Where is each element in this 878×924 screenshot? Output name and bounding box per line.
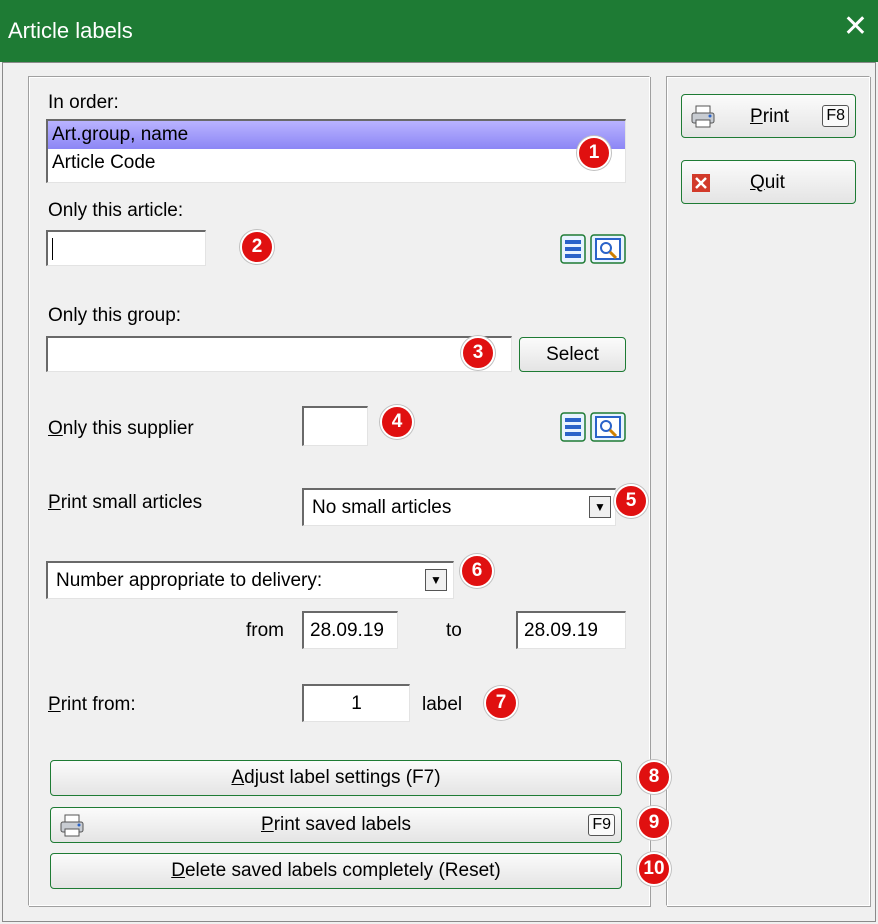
- print-saved-labels-button[interactable]: Print saved labels F9: [50, 807, 622, 843]
- small-articles-dropdown[interactable]: No small articles ▼: [302, 488, 616, 526]
- delete-saved-labels-button[interactable]: Delete saved labels completely (Reset): [50, 853, 622, 889]
- callout-badge-8: 8: [637, 760, 671, 794]
- adjust-label-settings-button[interactable]: Adjust label settings (F7): [50, 760, 622, 796]
- printer-icon: [691, 105, 715, 128]
- small-articles-value: No small articles: [312, 496, 452, 518]
- number-mode-value: Number appropriate to delivery:: [56, 569, 323, 591]
- number-mode-dropdown[interactable]: Number appropriate to delivery: ▼: [46, 561, 454, 599]
- search-lookup-icon[interactable]: [590, 234, 626, 264]
- delete-saved-labels-text: Delete saved labels completely (Reset): [171, 860, 501, 881]
- printer-icon: [60, 814, 84, 837]
- select-group-button[interactable]: Select: [519, 337, 626, 372]
- supplier-label: Only this supplier: [48, 418, 194, 439]
- close-icon: [692, 174, 710, 192]
- from-label: from: [246, 620, 284, 641]
- from-date-value: 28.09.19: [310, 619, 384, 641]
- title-bar: Article labels ✕: [0, 0, 878, 62]
- print-button-text: Print: [750, 106, 790, 127]
- list-lookup-icon[interactable]: [560, 234, 586, 264]
- print-saved-labels-text: Print saved labels: [261, 814, 411, 835]
- search-lookup-icon[interactable]: [590, 412, 626, 442]
- article-input[interactable]: [46, 230, 206, 266]
- callout-badge-2: 2: [240, 230, 274, 264]
- chevron-down-icon[interactable]: ▼: [589, 496, 611, 518]
- article-label: Only this article:: [48, 200, 184, 221]
- label-suffix: label: [422, 694, 463, 715]
- callout-badge-3: 3: [461, 336, 495, 370]
- callout-badge-9: 9: [637, 806, 671, 840]
- order-option-article-code[interactable]: Article Code: [48, 149, 625, 177]
- callout-badge-10: 10: [637, 852, 671, 886]
- group-label: Only this group:: [48, 305, 182, 326]
- f9-key-badge: F9: [588, 814, 615, 836]
- callout-badge-1: 1: [577, 136, 611, 170]
- small-articles-label: Print small articles: [48, 492, 203, 513]
- order-option-group-name[interactable]: Art.group, name: [48, 121, 625, 149]
- to-label: to: [446, 620, 462, 641]
- print-button[interactable]: Print F8: [681, 94, 856, 138]
- adjust-label-settings-text: Adjust label settings (F7): [231, 767, 441, 788]
- list-lookup-icon[interactable]: [560, 412, 586, 442]
- callout-badge-5: 5: [614, 484, 648, 518]
- from-date-input[interactable]: 28.09.19: [302, 611, 398, 649]
- to-date-value: 28.09.19: [524, 619, 598, 641]
- print-from-value: 1: [351, 692, 362, 714]
- text-caret: [52, 238, 53, 260]
- chevron-down-icon[interactable]: ▼: [425, 569, 447, 591]
- f8-key-badge: F8: [822, 105, 849, 127]
- callout-badge-4: 4: [380, 405, 414, 439]
- callout-badge-7: 7: [484, 686, 518, 720]
- group-input[interactable]: [46, 336, 512, 372]
- print-from-label: Print from:: [48, 694, 136, 715]
- callout-badge-6: 6: [460, 554, 494, 588]
- print-from-input[interactable]: 1: [302, 684, 410, 722]
- window-title: Article labels: [8, 18, 133, 43]
- quit-button[interactable]: Quit: [681, 160, 856, 204]
- quit-button-text: Quit: [750, 172, 785, 193]
- order-listbox[interactable]: Art.group, name Article Code: [46, 119, 626, 183]
- order-label: In order:: [48, 92, 119, 113]
- to-date-input[interactable]: 28.09.19: [516, 611, 626, 649]
- supplier-input[interactable]: [302, 406, 368, 446]
- close-icon[interactable]: ✕: [843, 12, 868, 42]
